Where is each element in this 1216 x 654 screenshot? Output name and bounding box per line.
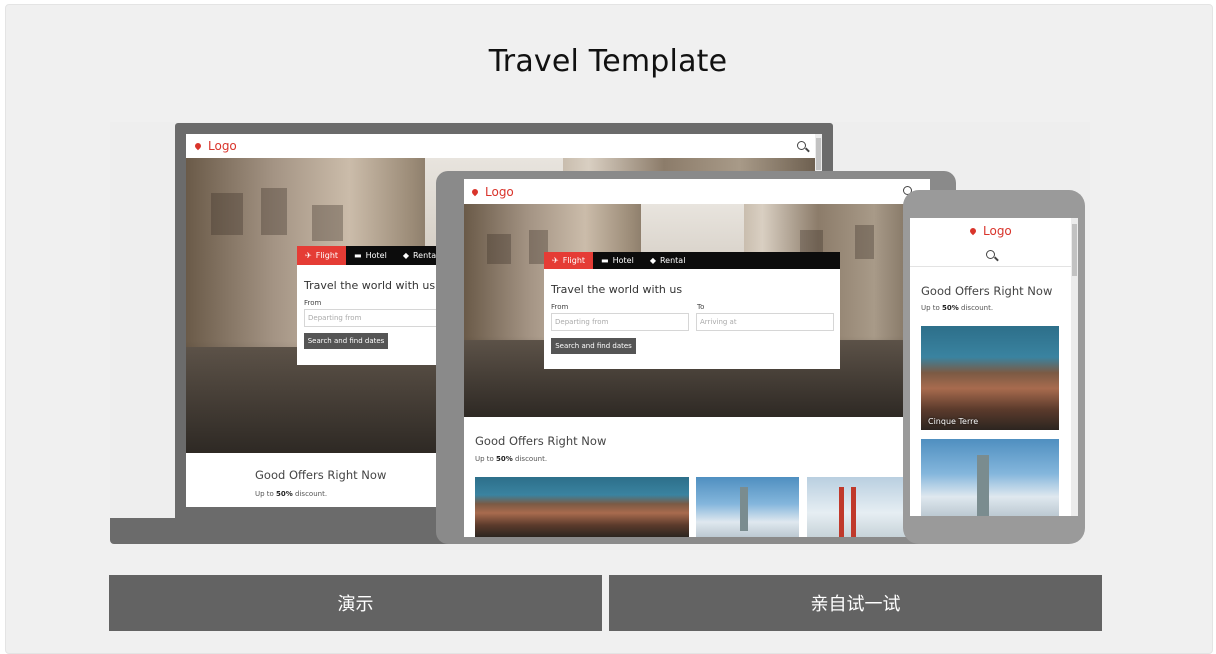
phone-scroll-thumb[interactable]: [1072, 224, 1077, 276]
try-it-yourself-button[interactable]: 亲自试一试: [609, 575, 1102, 631]
plane-icon: ✈: [552, 256, 559, 265]
bed-icon: ▬: [354, 251, 362, 260]
offers-title: Good Offers Right Now: [475, 434, 607, 448]
tab-rental[interactable]: ◆ Rental: [642, 252, 694, 269]
tab-flight[interactable]: ✈ Flight: [544, 252, 594, 269]
phone-logo[interactable]: Logo: [968, 224, 1012, 238]
search-icon[interactable]: [986, 250, 995, 259]
laptop-navbar: Logo: [186, 134, 822, 158]
map-pin-icon: [470, 187, 480, 196]
form-title: Travel the world with us: [304, 279, 436, 292]
form-title: Travel the world with us: [551, 283, 683, 296]
to-label: To: [697, 303, 705, 311]
offer-photo-cinque-terre[interactable]: Cinque Terre: [921, 326, 1059, 430]
offers-title: Good Offers Right Now: [255, 468, 387, 482]
tablet-logo[interactable]: Logo: [470, 185, 514, 199]
photo-caption: Cinque Terre: [928, 417, 979, 426]
tab-hotel[interactable]: ▬ Hotel: [593, 252, 642, 269]
offers-title: Good Offers Right Now: [921, 284, 1053, 298]
departing-from-input[interactable]: Departing from: [304, 309, 447, 327]
offers-subtitle: Up to 50% discount.: [255, 490, 328, 498]
car-icon: ◆: [649, 256, 656, 265]
search-dates-button[interactable]: Search and find dates: [551, 338, 636, 354]
tab-flight[interactable]: ✈ Flight: [297, 246, 347, 265]
laptop-logo[interactable]: Logo: [193, 139, 237, 153]
plane-icon: ✈: [305, 251, 312, 260]
arriving-at-input[interactable]: Arriving at: [696, 313, 834, 331]
car-icon: ◆: [402, 251, 409, 260]
tablet-navbar: Logo: [464, 179, 930, 204]
bed-icon: ▬: [601, 256, 609, 265]
page-title: Travel Template: [488, 44, 728, 79]
search-dates-button[interactable]: Search and find dates: [304, 333, 388, 349]
tab-hotel[interactable]: ▬ Hotel: [346, 246, 395, 265]
tablet-booking-tabs: ✈ Flight ▬ Hotel ◆ Rental: [544, 252, 840, 269]
phone-screen: Logo Good Offers Right Now Up to 50% dis…: [910, 218, 1078, 516]
laptop-search-form: Travel the world with us From Departing …: [297, 265, 447, 365]
tablet-search-form: Travel the world with us From To Departi…: [544, 269, 840, 369]
offers-subtitle: Up to 50% discount.: [921, 304, 994, 312]
laptop-scroll-thumb[interactable]: [816, 138, 821, 170]
from-label: From: [304, 299, 322, 307]
departing-from-input[interactable]: Departing from: [551, 313, 689, 331]
from-label: From: [551, 303, 569, 311]
offers-subtitle: Up to 50% discount.: [475, 455, 548, 463]
offer-photo-liberty[interactable]: [921, 439, 1059, 516]
offer-photo-cinque-terre[interactable]: [475, 477, 689, 537]
laptop-booking-tabs: ✈ Flight ▬ Hotel ◆ Rental: [297, 246, 447, 265]
search-icon[interactable]: [797, 141, 806, 150]
offer-photo-liberty[interactable]: [696, 477, 799, 537]
map-pin-icon: [193, 141, 203, 151]
map-pin-icon: [968, 226, 978, 236]
demo-button[interactable]: 演示: [109, 575, 602, 631]
tablet-screen: Logo ✈ Flight ▬ Hotel ◆ Rental Travel the w…: [464, 179, 930, 537]
